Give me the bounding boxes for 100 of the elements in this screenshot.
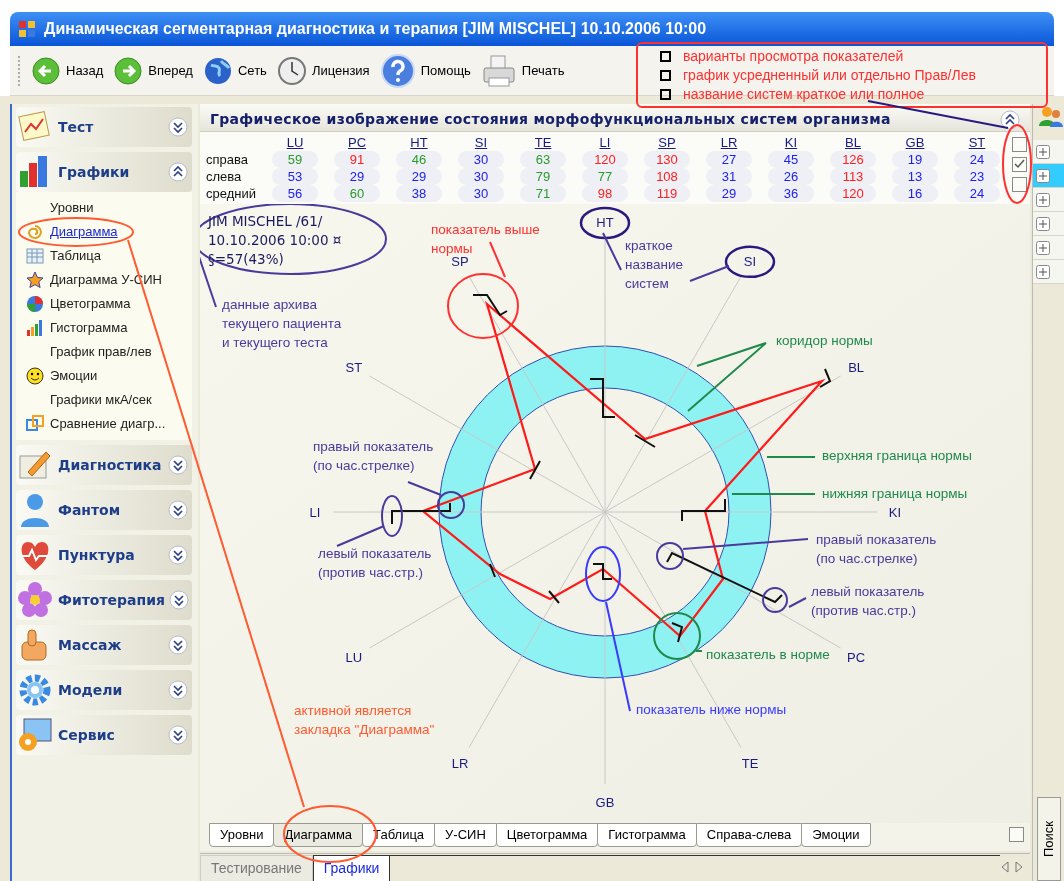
tree-item[interactable] xyxy=(1033,260,1064,284)
column-header[interactable]: HT xyxy=(388,134,450,151)
toolbar-button[interactable]: Вперед xyxy=(113,55,193,86)
window-title: Динамическая сегментарная диагностика и терапия [JIM MISCHEL] 10.10.2006 10:00 xyxy=(44,19,707,39)
annotation-text: правый показатель (по час.стрелке) xyxy=(313,439,434,473)
table-cell: 119 xyxy=(644,185,690,202)
panel-title: Графическое изображение состояния морфофункциональных систем организма xyxy=(210,110,891,129)
tree-item[interactable] xyxy=(1033,140,1064,164)
bar-chart-icon xyxy=(26,319,44,337)
sidebar-section-header[interactable]: Тест xyxy=(16,107,192,147)
checkmark-icon xyxy=(1014,159,1025,170)
table-cell: 13 xyxy=(892,168,938,185)
annotation-text: верхняя граница нормы xyxy=(822,448,972,463)
annotation-text: левый показатель (против час.стр.) xyxy=(811,584,925,618)
square-icon xyxy=(660,69,671,81)
tree-item[interactable] xyxy=(1033,188,1064,212)
expand-chevron-icon xyxy=(168,500,188,520)
toolbar-button[interactable]: Печать xyxy=(480,52,565,89)
plus-icon xyxy=(1036,216,1050,231)
flower-icon xyxy=(16,581,54,619)
bottom-tab[interactable]: Графики xyxy=(312,855,391,881)
tree-item[interactable] xyxy=(1033,236,1064,260)
column-header[interactable]: SI xyxy=(450,134,512,151)
axis-label: HT xyxy=(596,215,614,230)
row-label: справа xyxy=(206,151,249,168)
help-icon xyxy=(379,52,416,89)
column-header[interactable]: PC xyxy=(326,134,388,151)
sidebar-section-header[interactable]: Модели xyxy=(16,670,192,710)
tree-item[interactable] xyxy=(1033,164,1064,188)
column-header[interactable]: ST xyxy=(946,134,1008,151)
column-header[interactable]: SP xyxy=(636,134,698,151)
sidebar-item[interactable]: Графики мкА/сек xyxy=(26,388,192,412)
expand-chevron-icon xyxy=(168,455,188,475)
sidebar-item[interactable]: Уровни xyxy=(26,196,192,220)
sidebar-section-header[interactable]: Графики xyxy=(16,152,192,192)
table-cell: 126 xyxy=(830,151,876,168)
table-cell: 30 xyxy=(458,168,504,185)
bottom-tab[interactable]: Тестирование xyxy=(200,855,313,881)
sidebar-section-header[interactable]: Диагностика xyxy=(16,445,192,485)
toolbar-button[interactable]: Назад xyxy=(31,55,104,86)
checkbox[interactable] xyxy=(1012,157,1027,172)
table-cell: 19 xyxy=(892,151,938,168)
toolbar-button[interactable]: Лицензия xyxy=(276,55,370,86)
column-header[interactable]: TE xyxy=(512,134,574,151)
table-cell: 27 xyxy=(706,151,752,168)
plus-icon xyxy=(1036,168,1050,183)
chart-tab[interactable]: Уровни xyxy=(209,823,275,847)
axis-label: KI xyxy=(888,505,902,520)
sidebar-section-header[interactable]: Массаж xyxy=(16,625,192,665)
sidebar-item[interactable]: Цветограмма xyxy=(26,292,192,316)
table-cell: 79 xyxy=(520,168,566,185)
axis-label: LI xyxy=(309,505,321,520)
table-cell: 24 xyxy=(954,185,1000,202)
tree-item[interactable] xyxy=(1033,212,1064,236)
chart-tab[interactable]: У-СИН xyxy=(434,823,497,847)
expand-chevron-icon xyxy=(168,680,188,700)
side-tab[interactable]: Поиск xyxy=(1037,797,1061,881)
annotation-text: правый показатель (по час.стрелке) xyxy=(816,532,937,566)
square-icon xyxy=(660,88,671,100)
chart-tab[interactable]: Гистограмма xyxy=(597,823,697,847)
toolbar-button[interactable]: Помощь xyxy=(379,52,471,89)
checkbox[interactable] xyxy=(1012,137,1027,152)
collapse-chevron-icon xyxy=(1000,109,1020,130)
axis-label: SI xyxy=(743,253,757,269)
toolbar-button[interactable]: Сеть xyxy=(202,55,267,86)
column-header[interactable]: KI xyxy=(760,134,822,151)
sidebar-item[interactable]: Таблица xyxy=(26,244,192,268)
table-cell: 120 xyxy=(830,185,876,202)
chart-tab[interactable]: Справа-слева xyxy=(695,823,803,847)
sidebar-item[interactable]: Эмоции xyxy=(26,364,192,388)
column-header[interactable]: LI xyxy=(574,134,636,151)
sidebar-section-header[interactable]: Сервис xyxy=(16,715,192,755)
plus-icon xyxy=(1036,144,1050,159)
row-label: слева xyxy=(206,168,243,185)
users-icon xyxy=(1039,106,1063,128)
table-cell: 36 xyxy=(768,185,814,202)
sidebar-section-header[interactable]: Пунктура xyxy=(16,535,192,575)
collapse-button[interactable] xyxy=(1000,109,1020,130)
column-header[interactable]: GB xyxy=(884,134,946,151)
sidebar-section-header[interactable]: Фитотерапия xyxy=(16,580,192,620)
chart-tab[interactable]: Эмоции xyxy=(801,823,871,847)
column-header[interactable]: LR xyxy=(698,134,760,151)
annotation-text: левый показатель (против час.стр.) xyxy=(318,546,432,580)
table-cell: 29 xyxy=(334,168,380,185)
column-header[interactable]: LU xyxy=(264,134,326,151)
compare-icon xyxy=(26,415,44,433)
sidebar-item[interactable]: Гистограмма xyxy=(26,316,192,340)
sidebar-item[interactable]: Диаграмма xyxy=(26,220,192,244)
sidebar-section-header[interactable]: Фантом xyxy=(16,490,192,530)
checkbox[interactable] xyxy=(1012,177,1027,192)
axis-label: LR xyxy=(451,756,469,772)
sidebar-item[interactable]: Сравнение диагр... xyxy=(26,412,192,436)
chart-tab[interactable]: Цветограмма xyxy=(495,823,599,847)
expand-chevron-icon xyxy=(169,590,189,610)
column-header[interactable]: BL xyxy=(822,134,884,151)
swirl-icon xyxy=(26,223,44,241)
table-cell: 16 xyxy=(892,185,938,202)
checkbox[interactable] xyxy=(1009,827,1024,842)
sidebar-item[interactable]: График прав/лев xyxy=(26,340,192,364)
plus-icon xyxy=(1036,192,1050,207)
